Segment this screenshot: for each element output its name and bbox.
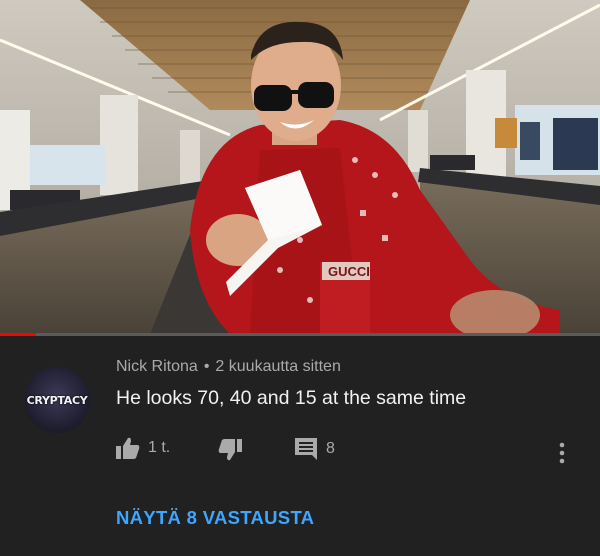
comment-icon — [295, 438, 317, 460]
gucci-print: GUCCI — [328, 264, 370, 279]
comment-time[interactable]: 2 kuukautta sitten — [215, 358, 340, 375]
view-replies-button[interactable]: NÄYTÄ 8 VASTAUSTA — [116, 507, 314, 529]
reply-button[interactable]: 8 — [294, 437, 335, 461]
comment-meta: Nick Ritona • 2 kuukautta sitten — [116, 358, 341, 376]
comment-actions: 1 t. 8 — [116, 437, 586, 467]
thumbs-up-icon — [116, 437, 140, 459]
reply-count: 8 — [326, 440, 335, 457]
more-vert-icon — [559, 442, 565, 464]
comment-author[interactable]: Nick Ritona — [116, 358, 198, 375]
thumbs-down-icon — [218, 439, 242, 461]
like-count: 1 t. — [148, 439, 171, 456]
meta-separator: • — [203, 358, 210, 375]
video-thumbnail: GUCCI — [0, 0, 600, 334]
like-button[interactable]: 1 t. — [116, 437, 170, 459]
video-progress-bar[interactable] — [0, 333, 600, 336]
avatar-text: CRYPTACY — [26, 393, 88, 407]
comment: CRYPTACY Nick Ritona • 2 kuukautta sitten … — [0, 337, 600, 556]
avatar[interactable]: CRYPTACY — [24, 367, 90, 433]
comment-text: He looks 70, 40 and 15 at the same time — [116, 387, 467, 409]
video-frame[interactable]: GUCCI — [0, 0, 600, 334]
more-button[interactable] — [552, 441, 572, 465]
video-progress-fill — [0, 333, 36, 336]
dislike-button[interactable] — [218, 439, 242, 461]
